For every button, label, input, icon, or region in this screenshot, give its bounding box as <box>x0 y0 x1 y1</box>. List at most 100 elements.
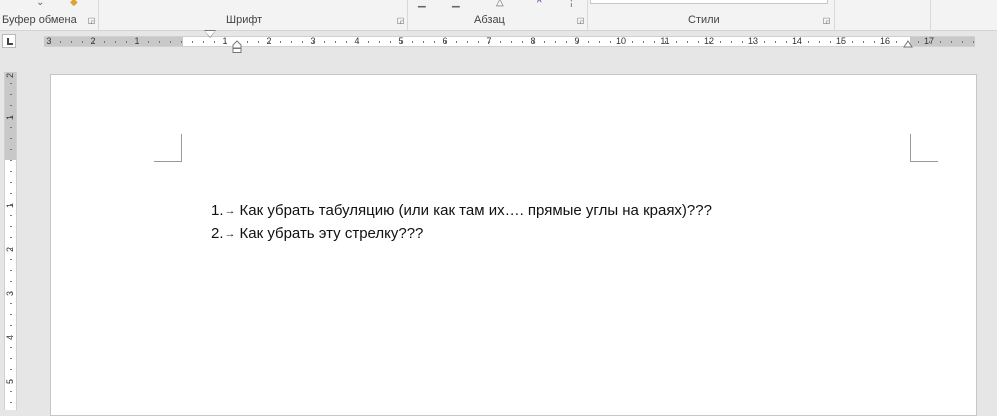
paragraph-mark-icon[interactable]: ¦ <box>570 0 573 8</box>
shading-icon[interactable]: ▁ <box>452 0 460 8</box>
tab-selector-icon[interactable] <box>2 34 16 48</box>
ruler-tick <box>10 149 12 150</box>
format-painter-icon[interactable]: ⌄ <box>36 0 44 8</box>
text-direction-icon[interactable]: ᴬ <box>537 0 542 8</box>
ruler-tick <box>632 41 633 43</box>
ruler-tick <box>10 259 12 260</box>
ruler-tick <box>137 41 138 43</box>
paste-brush-icon[interactable]: ◆ <box>70 0 78 8</box>
right-indent-marker[interactable] <box>903 40 913 48</box>
ruler-tick <box>10 270 12 271</box>
styles-launcher-icon[interactable]: ◲ <box>822 16 831 25</box>
document-page[interactable]: 1. → Как убрать табуляцию (или как там их…… <box>50 74 977 416</box>
ruler-tick <box>643 41 644 43</box>
ruler-tick <box>753 41 754 43</box>
ruler-tick <box>808 41 809 43</box>
ruler-tick <box>10 369 12 370</box>
ruler-tick <box>401 41 402 43</box>
list-item[interactable]: 1. → Как убрать табуляцию (или как там их…… <box>211 199 712 222</box>
ruler-tick <box>588 41 589 43</box>
ruler-tick <box>973 41 974 43</box>
clipboard-launcher-icon[interactable]: ◲ <box>87 16 96 25</box>
ruler-tick <box>775 41 776 43</box>
ruler-tick <box>764 41 765 43</box>
ruler-tick <box>247 41 248 43</box>
font-launcher-icon[interactable]: ◲ <box>396 16 405 25</box>
ruler-tick <box>10 215 12 216</box>
ruler-tick <box>863 41 864 43</box>
ruler-tick <box>181 41 182 43</box>
tab-arrow-icon: → <box>224 227 236 240</box>
ruler-tick <box>60 41 61 43</box>
ruler-tick <box>10 105 12 106</box>
ruler-tick <box>313 41 314 43</box>
list-item-text[interactable]: Как убрать табуляцию (или как там их…. п… <box>240 202 712 219</box>
ruler-tick <box>819 41 820 43</box>
styles-gallery[interactable] <box>590 0 828 4</box>
group-label-clipboard: Буфер обмена <box>2 14 77 26</box>
first-line-indent-marker-fill <box>205 31 215 37</box>
ruler-tick <box>742 41 743 43</box>
ruler-tick <box>467 41 468 43</box>
ruler-tick <box>687 41 688 43</box>
vertical-ruler-number: 1 <box>5 203 15 209</box>
ruler-tick <box>951 41 952 43</box>
ruler-tick <box>93 41 94 43</box>
borders-icon[interactable]: ▁ <box>418 0 426 8</box>
ruler-tick <box>786 41 787 43</box>
ruler-tick <box>225 41 226 43</box>
list-number: 1. <box>211 202 224 219</box>
ruler-tick <box>10 347 12 348</box>
ruler-tick <box>412 41 413 43</box>
ruler-tick <box>423 41 424 43</box>
vertical-ruler-number: 2 <box>5 73 15 79</box>
vertical-ruler[interactable]: 2 1 1 2 3 4 5 <box>4 72 17 410</box>
ruler-left-margin <box>44 37 183 46</box>
ruler-tick <box>10 325 12 326</box>
ruler-tick <box>698 41 699 43</box>
ruler-tick <box>346 41 347 43</box>
ruler-number: 3 <box>46 36 52 46</box>
ruler-tick <box>214 41 215 43</box>
ruler-tick <box>10 182 12 183</box>
ruler-tick <box>291 41 292 43</box>
find-icon[interactable]: △ <box>496 0 504 8</box>
ruler-tick <box>10 336 12 337</box>
group-label-font: Шрифт <box>226 14 263 26</box>
ruler-tick <box>10 138 12 139</box>
hanging-indent-marker[interactable] <box>232 40 242 53</box>
ruler-right-margin <box>910 37 975 46</box>
ruler-tick <box>434 41 435 43</box>
numbered-list[interactable]: 1. → Как убрать табуляцию (или как там их…… <box>211 199 712 245</box>
ruler-tick <box>10 171 12 172</box>
crop-mark-top-left <box>154 134 182 162</box>
ruler-tick <box>10 303 12 304</box>
ruler-tick <box>148 41 149 43</box>
ruler-tick <box>10 226 12 227</box>
list-item-text[interactable]: Как убрать эту стрелку??? <box>240 225 424 242</box>
list-item[interactable]: 2. → Как убрать эту стрелку??? <box>211 222 712 245</box>
ruler-tick <box>896 41 897 43</box>
ruler-tick <box>10 116 12 117</box>
ruler-tick <box>885 41 886 43</box>
ruler-tick <box>10 402 12 403</box>
ruler-tick <box>335 41 336 43</box>
ruler-tick <box>357 41 358 43</box>
ruler-tick <box>10 248 12 249</box>
ruler-tick <box>555 41 556 43</box>
ruler-tick <box>511 41 512 43</box>
paragraph-launcher-icon[interactable]: ◲ <box>576 16 585 25</box>
group-separator <box>930 0 931 30</box>
ruler-tick <box>10 292 12 293</box>
group-label-styles: Стили <box>688 14 720 26</box>
horizontal-ruler[interactable]: 3 2 1 1 2 3 4 5 6 7 8 9 10 11 12 13 14 1… <box>44 36 975 47</box>
ruler-tick <box>676 41 677 43</box>
ruler-tick <box>379 41 380 43</box>
ruler-tick <box>852 41 853 43</box>
ruler-tick <box>104 41 105 43</box>
ruler-tick <box>929 41 930 43</box>
ruler-tick <box>10 380 12 381</box>
ruler-tick <box>82 41 83 43</box>
ruler-tick <box>500 41 501 43</box>
ruler-tick <box>533 41 534 43</box>
